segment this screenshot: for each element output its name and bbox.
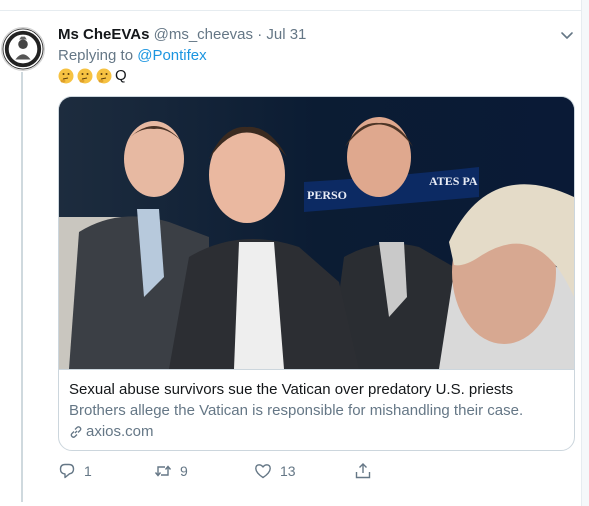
card-title[interactable]: Sexual abuse survivors sue the Vatican o… bbox=[69, 380, 564, 400]
sign-text-right: ATES PA bbox=[429, 174, 478, 188]
timestamp[interactable]: Jul 31 bbox=[266, 26, 306, 43]
chevron-down-icon[interactable] bbox=[560, 28, 574, 42]
retweet-icon bbox=[154, 462, 180, 480]
retweet-count: 9 bbox=[180, 463, 188, 479]
card-body[interactable]: Sexual abuse survivors sue the Vatican o… bbox=[59, 369, 574, 450]
tweet-text-suffix: Q bbox=[115, 67, 127, 84]
sign-text-left: PERSO bbox=[307, 188, 347, 202]
tweet-header: Ms CheEVAs @ms_cheevas · Jul 31 bbox=[58, 25, 306, 45]
top-divider bbox=[0, 0, 589, 11]
replying-to: Replying to @Pontifex bbox=[58, 46, 207, 66]
card-image[interactable]: PERSO ATES PA bbox=[59, 97, 574, 369]
reply-count: 1 bbox=[84, 463, 92, 479]
handle[interactable]: @ms_cheevas bbox=[154, 26, 253, 43]
retweet-button[interactable]: 9 bbox=[154, 461, 188, 481]
separator: · bbox=[257, 26, 263, 43]
like-count: 13 bbox=[280, 463, 296, 479]
thinking-face-emoji bbox=[58, 68, 74, 84]
scrollbar[interactable] bbox=[581, 0, 589, 506]
reply-icon bbox=[58, 462, 84, 480]
card-domain-text: axios.com bbox=[86, 423, 154, 440]
share-icon bbox=[354, 462, 380, 480]
link-icon bbox=[69, 425, 83, 439]
reply-button[interactable]: 1 bbox=[58, 461, 92, 481]
thread-line bbox=[21, 72, 23, 502]
mention-link[interactable]: @Pontifex bbox=[137, 47, 206, 64]
tweet-text: Q bbox=[58, 66, 127, 86]
like-button[interactable]: 13 bbox=[254, 461, 296, 481]
thinking-face-emoji bbox=[96, 68, 112, 84]
card-description: Brothers allege the Vatican is responsib… bbox=[69, 402, 524, 419]
tweet-actions: 1 9 13 bbox=[58, 461, 388, 481]
replying-prefix: Replying to bbox=[58, 47, 134, 64]
link-card[interactable]: PERSO ATES PA Sexual abuse survivors sue… bbox=[58, 96, 575, 451]
thinking-face-emoji bbox=[77, 68, 93, 84]
display-name[interactable]: Ms CheEVAs bbox=[58, 26, 149, 43]
card-domain[interactable]: axios.com bbox=[69, 422, 564, 442]
share-button[interactable] bbox=[354, 461, 380, 481]
heart-icon bbox=[254, 462, 280, 480]
avatar[interactable] bbox=[1, 27, 45, 71]
